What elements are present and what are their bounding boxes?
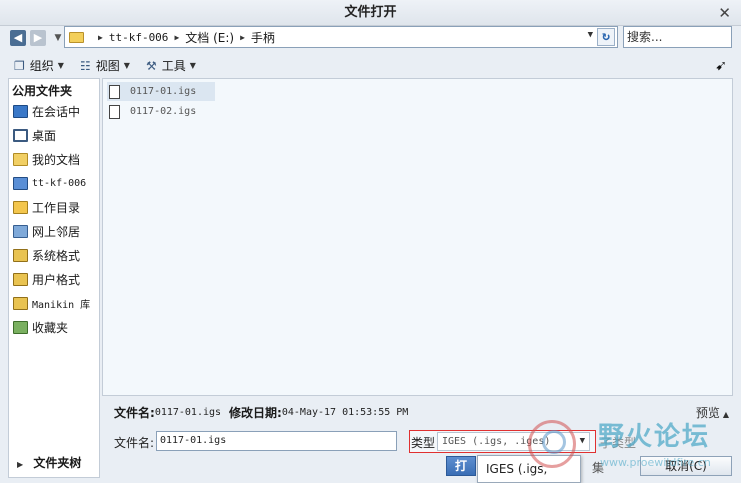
preview-label: 预览 [695,406,720,420]
preview-toggle[interactable]: 预览 ▲ [696,404,729,421]
breadcrumb-item[interactable]: 手柄 [251,29,275,46]
common-folders-panel: 公用文件夹 在会话中 桌面 我的文档 tt-kf-006 工作目录 网上邻居 系… [8,78,100,478]
sidebar-item-label: tt-kf-006 [32,177,87,189]
document-icon [109,84,120,99]
filename-input[interactable]: 0117-01.igs [156,431,397,451]
open-button[interactable]: 打 [446,456,476,476]
breadcrumb-chevron-icon[interactable]: ▶ [240,33,245,42]
breadcrumb-chevron-icon[interactable]: ▶ [98,33,103,42]
view-menu[interactable]: ☷ 视图 ▼ [80,57,130,74]
type-selector-group: 类型 IGES (.igs, .iges) ▼ [409,430,596,453]
folder-tree-label: 文件夹树 [33,456,82,470]
documents-icon [13,152,28,166]
type-label: 类型 [411,436,436,450]
sidebar-item-label: 系统格式 [32,248,81,263]
sidebar-item-favorites[interactable]: 收藏夹 [9,315,99,339]
collect-label[interactable]: 集 [592,459,604,476]
organize-label: 组织 [29,59,54,73]
file-item[interactable]: 0117-02.igs [107,102,215,121]
file-list[interactable]: 0117-01.igs 0117-02.igs [102,78,733,396]
subtype-label: 子类型 [600,436,637,450]
sidebar-item-label: 收藏夹 [32,320,69,335]
computer-icon [13,104,28,118]
chevron-down-icon: ▼ [579,436,585,446]
expand-triangle-icon: ▶ [17,460,24,469]
organize-menu[interactable]: ❐ 组织 ▼ [14,57,64,74]
tools-label: 工具 [161,59,186,73]
sidebar-item-label: 网上邻居 [32,224,81,239]
sidebar-item-label: 我的文档 [32,152,81,167]
refresh-icon[interactable]: ↻ [597,28,615,46]
network-icon [13,224,28,238]
forward-arrow-icon[interactable]: ▶ [30,30,46,46]
info-filename-value: 0117-01.igs [154,407,222,418]
breadcrumb-item[interactable]: tt-kf-006 [109,31,169,44]
sidebar-item-my-documents[interactable]: 我的文档 [9,147,99,171]
back-arrow-icon[interactable]: ◀ [10,30,26,46]
favorites-icon [13,320,28,334]
sidebar-header: 公用文件夹 [12,84,73,98]
sidebar-item-manikin-library[interactable]: Manikin 库 [9,291,99,315]
sidebar-item-label: Manikin 库 [32,299,91,311]
type-dropdown-option[interactable]: IGES (.igs, .iges) [477,455,581,483]
chevron-down-icon: ▼ [123,61,130,70]
folder-icon [69,31,84,43]
toolbar: ❐ 组织 ▼ ☷ 视图 ▼ ⚒ 工具 ▼ ➹ [0,52,741,78]
sidebar-item-desktop[interactable]: 桌面 [9,123,99,147]
sidebar-item-computer[interactable]: tt-kf-006 [9,171,99,195]
window-title: 文件打开 [344,5,397,20]
sidebar-item-label: 用户格式 [32,272,81,287]
address-dropdown-icon[interactable]: ▼ [588,30,593,40]
title-bar: 文件打开 ✕ [0,0,741,26]
file-item[interactable]: 0117-01.igs [107,82,215,101]
view-label: 视图 [95,59,120,73]
filename-label: 文件名: [114,436,155,450]
file-name: 0117-02.igs [130,106,197,117]
address-bar: ◀ ▶ ▼ ▶ tt-kf-006 ▶ 文档 (E:) ▶ 手柄 ▼ ↻ 搜索.… [0,26,741,52]
sidebar-item-label: 桌面 [32,128,57,143]
tools-menu[interactable]: ⚒ 工具 ▼ [146,57,196,74]
file-name: 0117-01.igs [130,86,197,97]
file-info: 文件名: 0117-01.igs 修改日期: 04-May-17 01:53:5… [114,404,408,421]
view-icon: ☷ [80,58,91,73]
folder-tree-toggle[interactable]: ▶ 文件夹树 [17,454,81,471]
chevron-down-icon: ▼ [57,61,64,70]
sidebar-item-network[interactable]: 网上邻居 [9,219,99,243]
search-input[interactable]: 搜索... [623,26,732,48]
user-format-icon [13,272,28,286]
sidebar-item-label: 在会话中 [32,104,81,119]
work-folder-icon [13,200,28,214]
type-select-value: IGES (.igs, .iges) [442,436,551,447]
chevron-down-icon: ▼ [189,61,196,70]
document-icon [109,104,120,119]
pc-icon [13,176,28,190]
sidebar-item-user-formats[interactable]: 用户格式 [9,267,99,291]
sidebar-item-label: 工作目录 [32,200,81,215]
address-input[interactable]: ▶ tt-kf-006 ▶ 文档 (E:) ▶ 手柄 ▼ ↻ [64,26,618,48]
whats-this-help-icon[interactable]: ➹ [715,58,727,74]
sidebar-item-in-session[interactable]: 在会话中 [9,99,99,123]
organize-icon: ❐ [14,58,25,73]
info-filename-label: 文件名: [114,406,155,420]
type-select[interactable]: IGES (.igs, .iges) ▼ [437,432,590,451]
info-modified-value: 04-May-17 01:53:55 PM [281,407,409,418]
breadcrumb-chevron-icon[interactable]: ▶ [174,33,179,42]
sidebar-item-system-formats[interactable]: 系统格式 [9,243,99,267]
cancel-button[interactable]: 取消(C) [640,456,732,476]
breadcrumb-item[interactable]: 文档 (E:) [185,29,234,46]
desktop-icon [13,128,28,142]
tools-icon: ⚒ [146,58,157,73]
system-format-icon [13,248,28,262]
manikin-library-icon [13,296,28,310]
info-modified-label: 修改日期: [229,406,282,420]
close-icon[interactable]: ✕ [718,0,731,26]
sidebar-item-working-directory[interactable]: 工作目录 [9,195,99,219]
chevron-up-icon: ▲ [722,410,729,419]
